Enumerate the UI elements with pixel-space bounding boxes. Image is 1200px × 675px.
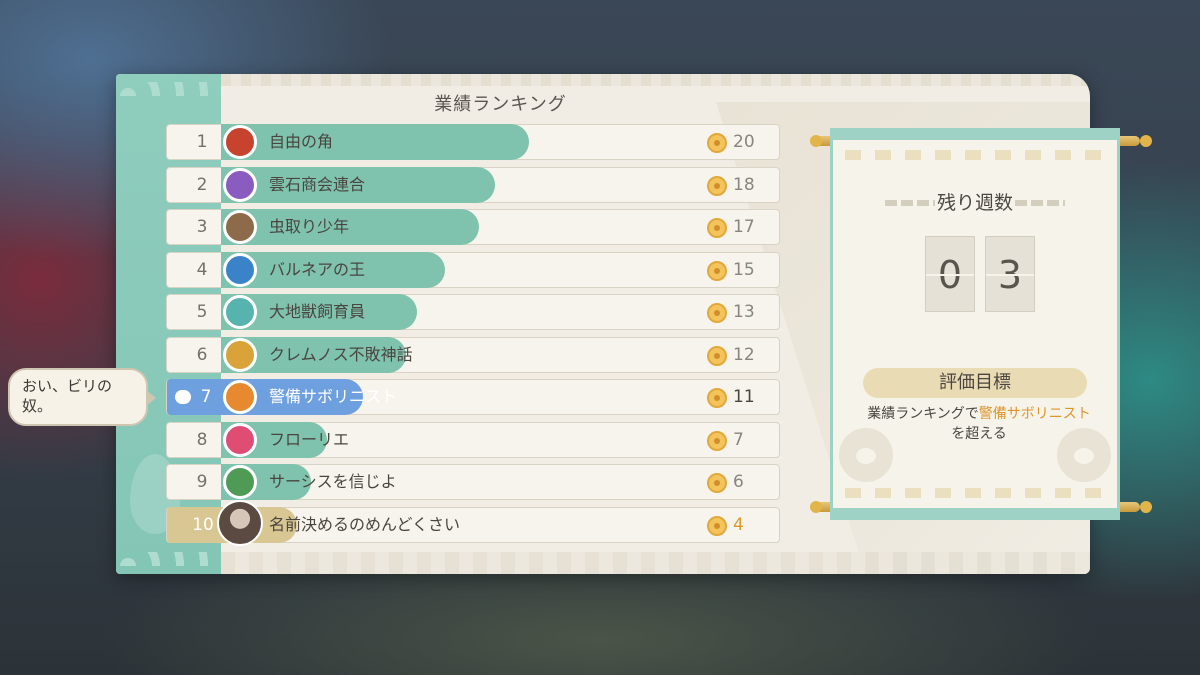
- flame-emblem-icon: [223, 125, 257, 159]
- bath-emblem-icon: [223, 253, 257, 287]
- player-name: 雲石商会連合: [269, 175, 366, 194]
- spear-emblem-icon: [223, 338, 257, 372]
- beast-emblem-icon: [223, 295, 257, 329]
- panel-bottom-border: [221, 552, 1090, 574]
- ranking-row[interactable]: 8 フローリエ 7: [166, 422, 780, 458]
- score-value: 13: [733, 302, 755, 322]
- panel-top-border: [221, 74, 1090, 86]
- goal-text-pre: 業績ランキングで: [867, 406, 979, 422]
- scroll-top-band: [830, 128, 1120, 140]
- scroll-pattern: [845, 488, 1105, 498]
- score-value: 7: [733, 430, 744, 450]
- goal-text-post: を超える: [951, 426, 1007, 442]
- score-value: 17: [733, 217, 755, 237]
- coin-icon: [707, 346, 727, 366]
- player-name: 虫取り少年: [269, 217, 350, 236]
- player-name: クレムノス不敗神話: [269, 345, 413, 364]
- score-bar: [221, 124, 529, 160]
- coin-icon: [707, 218, 727, 238]
- player-name: バルネアの王: [269, 260, 366, 279]
- tab-wave-decoration: [116, 82, 221, 96]
- coin-icon: [707, 516, 727, 536]
- player-name: サーシスを信じよ: [269, 472, 397, 491]
- coin-icon: [707, 133, 727, 153]
- weeks-digit-ones: 3: [985, 236, 1035, 312]
- score-value: 11: [733, 387, 755, 407]
- player-avatar-icon: [217, 500, 263, 546]
- score-value: 18: [733, 175, 755, 195]
- remaining-weeks-label: 残り週数: [936, 192, 1013, 214]
- scroll-bottom-band: [830, 508, 1120, 520]
- player-name: 名前決めるのめんどくさい: [269, 515, 461, 534]
- scroll-pattern: [845, 150, 1105, 160]
- guard-emblem-icon: [223, 380, 257, 414]
- player-name: 自由の角: [269, 132, 334, 151]
- coin-icon: [707, 303, 727, 323]
- ranking-row[interactable]: 9 サーシスを信じよ 6: [166, 464, 780, 500]
- cloud-emblem-icon: [223, 168, 257, 202]
- player-name: フローリエ: [269, 430, 350, 449]
- rod-knob: [1140, 135, 1152, 147]
- rod-knob: [810, 135, 822, 147]
- ranking-row[interactable]: 3 虫取り少年 17: [166, 209, 780, 245]
- score-value: 15: [733, 260, 755, 280]
- panel-title: 業績ランキング: [434, 94, 567, 115]
- ranking-row[interactable]: 2 雲石商会連合 18: [166, 167, 780, 203]
- rod-knob: [1140, 501, 1152, 513]
- weeks-digit-tens: 0: [925, 236, 975, 312]
- score-value: 12: [733, 345, 755, 365]
- coin-icon: [707, 431, 727, 451]
- player-name: 大地獣飼育員: [269, 302, 366, 321]
- goal-description: 業績ランキングで警備サボリニストを超える: [865, 404, 1093, 444]
- speech-bubble: おい、ビリの 奴。: [8, 368, 156, 426]
- player-name: 警備サボリニスト: [269, 387, 398, 406]
- coin-icon: [707, 261, 727, 281]
- flower-emblem-icon: [223, 423, 257, 457]
- coin-icon: [707, 176, 727, 196]
- ranking-row[interactable]: 6 クレムノス不敗神話 12: [166, 337, 780, 373]
- leaf-emblem-icon: [223, 465, 257, 499]
- score-bar: [221, 209, 479, 245]
- rod-knob: [810, 501, 822, 513]
- ranking-row[interactable]: 10 名前決めるのめんどくさい 4: [166, 500, 780, 546]
- goal-target-name: 警備サボリニスト: [978, 406, 1091, 422]
- tab-wave-decoration: [116, 552, 221, 566]
- ranking-row[interactable]: 1 自由の角 20: [166, 124, 780, 160]
- coin-icon: [707, 388, 727, 408]
- coin-icon: [707, 473, 727, 493]
- score-value: 4: [733, 515, 744, 535]
- bug-emblem-icon: [223, 210, 257, 244]
- speech-bubble-line: 奴。: [22, 397, 53, 415]
- speech-bubble-line: おい、ビリの: [22, 377, 113, 395]
- weeks-scroll: 残り週数 0 3 評価目標 業績ランキングで警備サボリニストを超える: [830, 128, 1120, 520]
- ranking-row[interactable]: 5 大地獣飼育員 13: [166, 294, 780, 330]
- ranking-row[interactable]: 4 バルネアの王 15: [166, 252, 780, 288]
- score-value: 6: [733, 472, 744, 492]
- goal-label: 評価目標: [863, 368, 1087, 398]
- ranking-row[interactable]: 7 警備サボリニスト 11: [166, 379, 780, 415]
- score-value: 20: [733, 132, 755, 152]
